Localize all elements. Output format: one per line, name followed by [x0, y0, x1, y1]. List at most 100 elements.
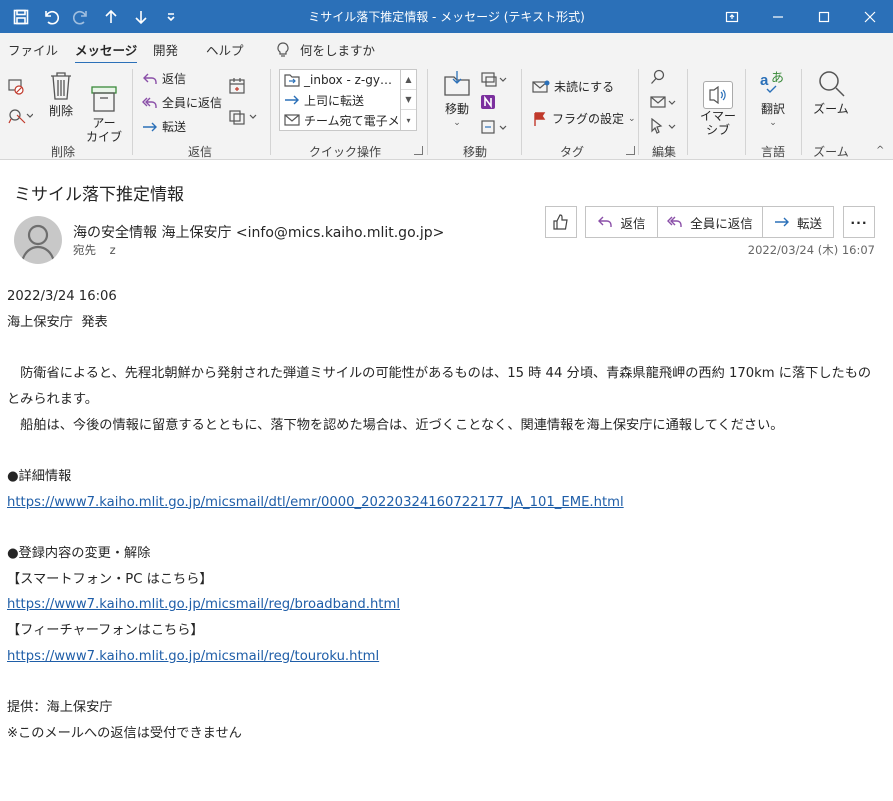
maximize-button[interactable]: [801, 0, 847, 33]
tab-message[interactable]: メッセージ: [75, 40, 138, 65]
cleanup-icon: [7, 107, 33, 125]
detail-link[interactable]: https://www7.kaiho.mlit.go.jp/micsmail/d…: [7, 495, 624, 510]
cleanup-button[interactable]: [7, 107, 33, 125]
ribbon-separator: [687, 69, 688, 155]
related-envelope-icon: [650, 94, 678, 110]
ribbon-separator: [745, 69, 746, 155]
actions-button[interactable]: [480, 118, 508, 136]
forward-label: 転送: [162, 120, 187, 134]
forward-icon: [142, 120, 158, 134]
registration-heading: ●登録内容の変更・解除: [7, 545, 151, 561]
smartphone-link[interactable]: https://www7.kaiho.mlit.go.jp/micsmail/r…: [7, 597, 400, 612]
reply-button[interactable]: 返信: [142, 70, 186, 87]
tab-file[interactable]: ファイル: [8, 40, 58, 59]
reply-all-button[interactable]: 全員に返信: [142, 94, 222, 111]
quick-step-team-email[interactable]: チーム宛て電子メ…: [280, 110, 400, 130]
more-respond-button[interactable]: [228, 107, 258, 125]
onenote-button[interactable]: [480, 94, 496, 110]
no-reply-note: ※このメールへの返信は受付できません: [7, 725, 242, 741]
feature-phone-heading: 【フィーチャーフォンはこちら】: [7, 623, 204, 639]
edit-group-label: 編集: [651, 145, 676, 159]
language-group-label: 言語: [760, 145, 785, 159]
translate-button[interactable]: aあ 翻訳 ⌄: [755, 69, 791, 130]
translate-icon: aあ: [758, 69, 788, 99]
customize-toolbar-icon[interactable]: [160, 6, 182, 28]
tab-help[interactable]: ヘルプ: [206, 40, 244, 59]
rules-button[interactable]: [480, 70, 508, 88]
ribbon: 削除 アー カイブ 削除 返信 全員に返信 転送 返信 _inbox - z-g…: [0, 63, 893, 160]
sender[interactable]: 海の安全情報 海上保安庁 <info@mics.kaiho.mlit.go.jp…: [73, 222, 444, 242]
immersive-reader-label: イマー シブ: [699, 109, 736, 137]
reply-icon: [597, 215, 613, 229]
flag-label: フラグの設定: [552, 112, 625, 126]
reply-action-button[interactable]: 返信: [585, 206, 658, 238]
to-recipient[interactable]: z: [110, 243, 116, 257]
tags-dialog-launcher-icon[interactable]: [626, 146, 635, 155]
quick-step-label: _inbox - z-gy…: [304, 73, 392, 87]
translate-label: 翻訳: [760, 102, 785, 116]
like-button[interactable]: [545, 206, 577, 238]
respond-group-label: 返信: [187, 145, 212, 159]
quick-steps-scroll-up-icon[interactable]: ▲: [401, 70, 416, 90]
delete-button[interactable]: 削除: [45, 71, 77, 118]
forward-button[interactable]: 転送: [142, 118, 186, 135]
tags-group-label: タグ: [559, 145, 584, 159]
more-respond-icon: [228, 107, 258, 125]
svg-text:a: a: [760, 72, 769, 89]
forward-action-button[interactable]: 転送: [763, 206, 834, 238]
close-button[interactable]: [847, 0, 893, 33]
tell-me-search[interactable]: 何をしますか: [276, 40, 375, 59]
body-issuer: 海上保安庁 発表: [7, 314, 108, 330]
tell-me-label: 何をしますか: [300, 43, 376, 58]
quick-step-forward-manager[interactable]: 上司に転送: [280, 90, 400, 110]
save-icon[interactable]: [10, 6, 32, 28]
quick-steps-scroll-down-icon[interactable]: ▼: [401, 90, 416, 110]
ribbon-separator: [132, 69, 133, 155]
lightbulb-icon: [276, 41, 290, 58]
reply-action-label: 返信: [620, 215, 646, 231]
ribbon-display-options-button[interactable]: [709, 0, 755, 33]
folder-move-icon: [284, 73, 300, 87]
immersive-reader-icon: [703, 81, 733, 109]
feature-phone-link[interactable]: https://www7.kaiho.mlit.go.jp/micsmail/r…: [7, 649, 379, 664]
undo-icon[interactable]: [40, 6, 62, 28]
flag-button[interactable]: フラグの設定 ⌄: [532, 110, 636, 127]
archive-button[interactable]: アー カイブ: [85, 71, 123, 158]
reply-all-action-button[interactable]: 全員に返信: [658, 206, 763, 238]
chevron-down-icon: ⌄: [453, 118, 461, 128]
minimize-button[interactable]: [755, 0, 801, 33]
reply-label: 返信: [162, 72, 187, 86]
quick-steps-gallery: _inbox - z-gy… 上司に転送 チーム宛て電子メ… ▲ ▼ ▾: [279, 69, 417, 131]
select-button[interactable]: [650, 118, 678, 134]
redo-icon[interactable]: [70, 6, 92, 28]
ignore-button[interactable]: [7, 77, 25, 95]
onenote-icon: [480, 94, 496, 110]
meeting-button[interactable]: [228, 77, 246, 95]
ribbon-separator: [270, 69, 271, 155]
quicksteps-dialog-launcher-icon[interactable]: [414, 146, 423, 155]
up-arrow-icon[interactable]: [100, 6, 122, 28]
message-subject: ミサイル落下推定情報: [14, 185, 184, 205]
quick-steps-more-icon[interactable]: ▾: [401, 110, 416, 130]
related-button[interactable]: [650, 94, 678, 110]
message-actions: 返信 全員に返信 転送: [585, 206, 834, 238]
forward-icon: [774, 215, 790, 229]
more-actions-icon[interactable]: ···: [843, 206, 875, 238]
quick-step-inbox[interactable]: _inbox - z-gy…: [280, 70, 400, 90]
body-timestamp: 2022/3/24 16:06: [7, 289, 117, 304]
search-icon: [650, 69, 666, 85]
move-button[interactable]: 移動 ⌄: [441, 69, 473, 130]
find-button[interactable]: [650, 69, 666, 85]
collapse-ribbon-icon[interactable]: ^: [876, 145, 884, 156]
down-arrow-icon[interactable]: [130, 6, 152, 28]
mark-unread-button[interactable]: 未読にする: [532, 78, 614, 95]
tab-developer[interactable]: 開発: [153, 40, 178, 59]
move-folder-icon: [442, 69, 472, 99]
immersive-reader-button[interactable]: イマー シブ: [698, 67, 738, 151]
move-group-label: 移動: [462, 145, 487, 159]
trash-icon: [48, 71, 74, 101]
ribbon-separator: [427, 69, 428, 155]
zoom-button[interactable]: ズーム: [810, 69, 852, 116]
